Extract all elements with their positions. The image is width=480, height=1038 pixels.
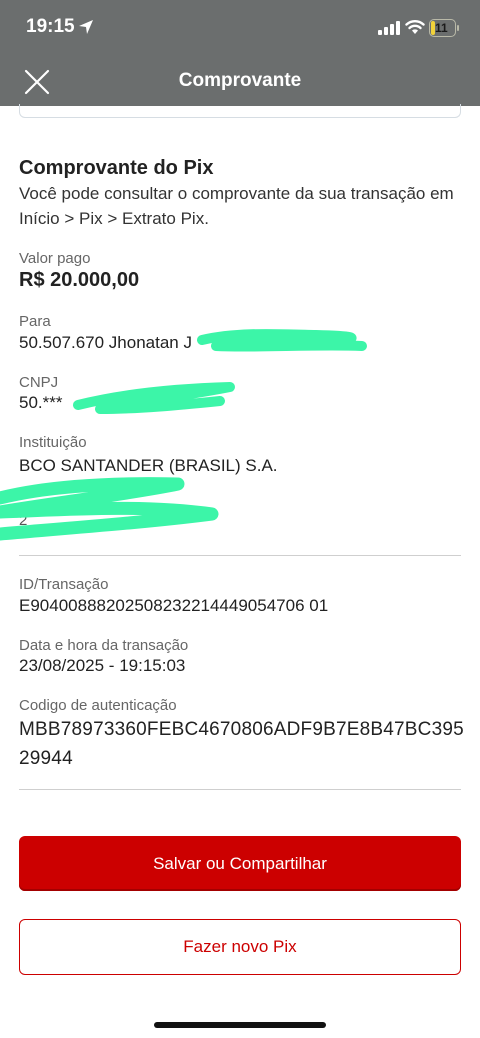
redaction-scribble bbox=[73, 382, 235, 414]
instituicao-label: Instituição bbox=[19, 434, 87, 451]
cnpj-value: 50.*** bbox=[19, 393, 63, 412]
cnpj-label: CNPJ bbox=[19, 374, 59, 391]
data-hora-label: Data e hora da transação bbox=[19, 637, 189, 654]
id-transacao-label: ID/Transação bbox=[19, 576, 109, 593]
instituicao-value: BCO SANTANDER (BRASIL) S.A. bbox=[19, 456, 278, 475]
new-pix-button[interactable]: Fazer novo Pix bbox=[19, 919, 461, 975]
nav-bar: Comprovante bbox=[0, 56, 480, 106]
save-share-button[interactable]: Salvar ou Compartilhar bbox=[19, 836, 461, 891]
battery-level: 11 bbox=[435, 21, 448, 35]
home-indicator[interactable] bbox=[154, 1022, 326, 1028]
receipt-title: Comprovante do Pix bbox=[19, 157, 214, 179]
para-value: 50.507.670 Jhonatan J bbox=[19, 333, 192, 352]
page-title: Comprovante bbox=[178, 70, 302, 91]
receipt-description: Você pode consultar o comprovante da sua… bbox=[19, 184, 454, 228]
divider bbox=[19, 555, 461, 556]
location-arrow-icon bbox=[79, 20, 93, 34]
cellular-signal-icon bbox=[378, 21, 400, 35]
valor-pago-value: R$ 20.000,00 bbox=[19, 269, 140, 291]
redaction-scribble bbox=[197, 329, 367, 352]
previous-card-edge bbox=[19, 104, 461, 118]
para-label: Para bbox=[19, 313, 51, 330]
data-hora-value: 23/08/2025 - 19:15:03 bbox=[19, 656, 186, 675]
battery-icon: 11 bbox=[429, 19, 459, 37]
auth-code-label: Codigo de autenticação bbox=[19, 697, 177, 714]
status-bar: 19:15 11 bbox=[0, 0, 480, 56]
auth-code-value: MBB78973360FEBC4670806ADF9B7E8B47BC39529… bbox=[19, 719, 464, 769]
divider bbox=[19, 789, 461, 790]
redaction-scribble bbox=[0, 477, 219, 541]
wifi-icon bbox=[405, 20, 425, 34]
id-transacao-value: E90400888202508232214449054706 01 bbox=[19, 596, 329, 615]
status-time: 19:15 bbox=[26, 16, 75, 37]
valor-pago-label: Valor pago bbox=[19, 250, 91, 267]
